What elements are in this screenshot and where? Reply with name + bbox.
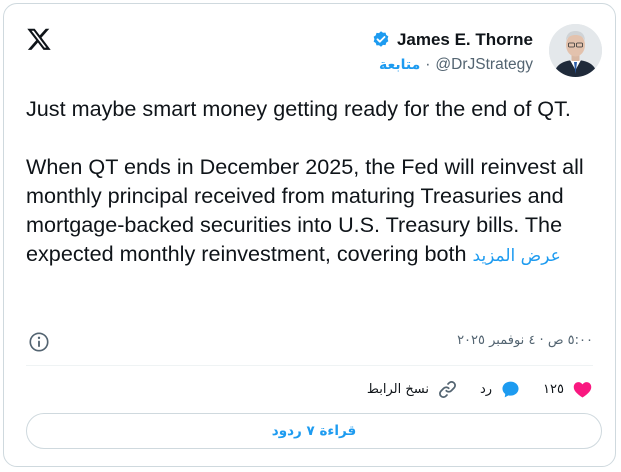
avatar[interactable] xyxy=(549,24,602,77)
reply-label: رد xyxy=(479,381,493,397)
heart-icon xyxy=(573,381,592,398)
tweet-text: Just maybe smart money getting ready for… xyxy=(26,94,606,271)
reply-icon xyxy=(502,381,519,397)
read-replies-label: قراءة ٧ ردود xyxy=(271,423,357,439)
tweet-timestamp[interactable]: ٥:٠٠ ص · ٤ نوفمبر ٢٠٢٥ xyxy=(457,333,593,348)
x-logo-icon[interactable] xyxy=(26,26,52,52)
follow-button[interactable]: متابعة xyxy=(379,57,420,73)
reply-button[interactable]: رد xyxy=(480,379,521,400)
link-icon xyxy=(439,380,456,398)
avatar-image xyxy=(549,24,602,77)
copy-link-button[interactable]: نسخ الرابط xyxy=(367,379,458,400)
separator-dot: · xyxy=(425,56,431,73)
verified-badge-icon xyxy=(373,31,389,47)
like-count: ١٢٥ xyxy=(543,381,564,397)
like-button[interactable]: ١٢٥ xyxy=(543,379,593,400)
divider xyxy=(26,365,593,366)
author-name-row[interactable]: James E. Thorne xyxy=(371,28,533,52)
author-name[interactable]: James E. Thorne xyxy=(397,30,533,50)
author-handle-row: متابعة · @DrJStrategy xyxy=(379,54,533,76)
read-replies-button[interactable]: قراءة ٧ ردود xyxy=(26,413,602,449)
tweet-body: Just maybe smart money getting ready for… xyxy=(26,96,584,266)
copy-link-label: نسخ الرابط xyxy=(366,381,429,397)
tweet-card: James E. Thorne متابعة · @DrJStrategy Ju… xyxy=(3,3,616,467)
action-bar: ١٢٥ رد نسخ الرابط xyxy=(367,376,593,402)
info-icon[interactable] xyxy=(28,331,50,353)
show-more-link[interactable]: عرض المزيد xyxy=(473,246,561,266)
author-handle[interactable]: @DrJStrategy xyxy=(435,56,533,74)
